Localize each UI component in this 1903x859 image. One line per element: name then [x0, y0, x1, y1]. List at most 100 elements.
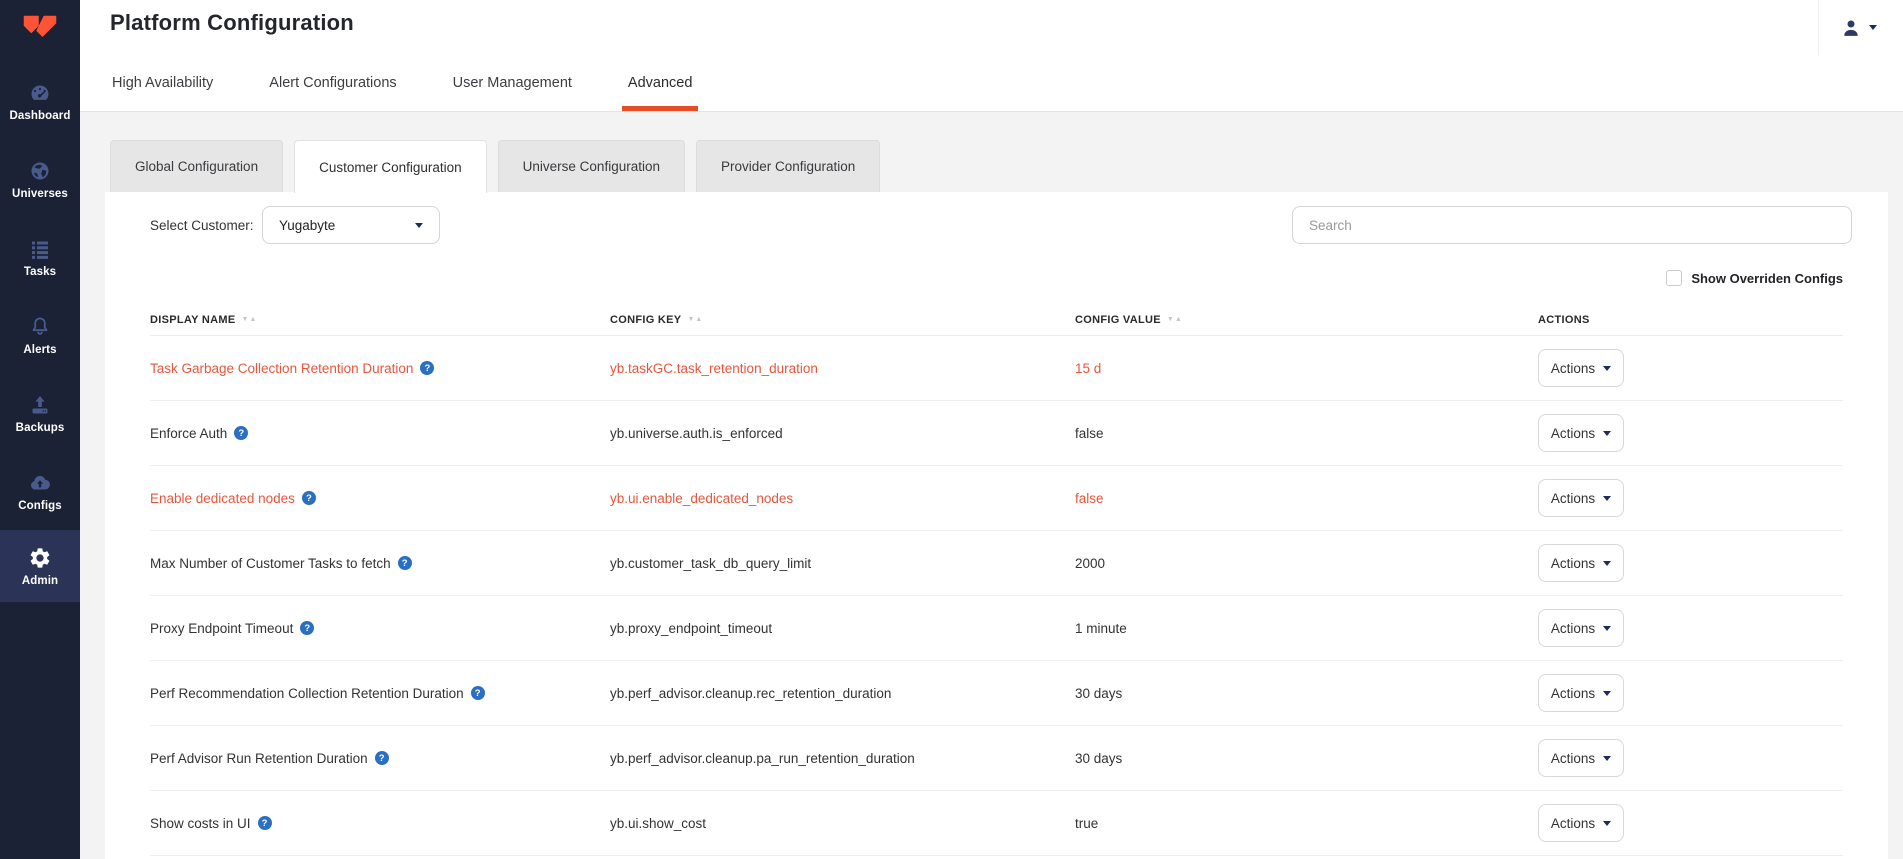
- column-header-actions: ACTIONS: [1538, 314, 1843, 326]
- help-icon[interactable]: ?: [420, 361, 435, 375]
- config-value-text: true: [1075, 815, 1099, 831]
- actions-button[interactable]: Actions: [1538, 349, 1624, 387]
- actions-button-label: Actions: [1550, 425, 1596, 441]
- display-name-cell: Perf Recommendation Collection Retention…: [150, 686, 610, 701]
- config-toolbar: Select Customer: Yugabyte: [105, 192, 1888, 252]
- actions-caret-icon: [1603, 820, 1612, 826]
- config-value-text: 30 days: [1075, 685, 1123, 701]
- sidebar-item-alerts[interactable]: Alerts: [0, 296, 80, 374]
- actions-button[interactable]: Actions: [1538, 609, 1624, 647]
- config-key-text: yb.taskGC.task_retention_duration: [610, 360, 818, 376]
- sidebar-item-admin[interactable]: Admin: [0, 530, 80, 602]
- actions-button[interactable]: Actions: [1538, 544, 1624, 582]
- help-icon[interactable]: ?: [301, 491, 316, 505]
- config-value-cell: false: [1075, 426, 1538, 441]
- display-name-text: Max Number of Customer Tasks to fetch: [150, 555, 391, 571]
- config-value-text: 1 minute: [1075, 620, 1127, 636]
- tab-advanced[interactable]: Advanced: [621, 55, 699, 111]
- table-row: Proxy Endpoint Timeout ? yb.proxy_endpoi…: [150, 596, 1843, 661]
- actions-button[interactable]: Actions: [1538, 804, 1624, 842]
- actions-button[interactable]: Actions: [1538, 739, 1624, 777]
- config-value-text: false: [1075, 425, 1104, 441]
- user-menu-caret-icon: [1869, 25, 1877, 30]
- search-input[interactable]: [1292, 206, 1852, 244]
- help-icon[interactable]: ?: [374, 751, 389, 765]
- actions-button[interactable]: Actions: [1538, 479, 1624, 517]
- actions-button-label: Actions: [1550, 490, 1596, 506]
- help-icon[interactable]: ?: [234, 426, 249, 440]
- config-value-cell: true: [1075, 816, 1538, 831]
- table-row: Enforce Auth ? yb.universe.auth.is_enfor…: [150, 401, 1843, 466]
- subtab-label: Customer Configuration: [319, 159, 462, 175]
- actions-button[interactable]: Actions: [1538, 674, 1624, 712]
- sidebar-item-dashboard[interactable]: Dashboard: [0, 62, 80, 140]
- user-menu[interactable]: [1818, 0, 1887, 55]
- column-header-config-key[interactable]: CONFIG KEY ▼▲: [610, 314, 1075, 326]
- table-row: Perf Recommendation Collection Retention…: [150, 661, 1843, 726]
- help-icon[interactable]: ?: [397, 556, 412, 570]
- subtab-global-configuration[interactable]: Global Configuration: [110, 140, 284, 192]
- table-row: Task Garbage Collection Retention Durati…: [150, 336, 1843, 401]
- tab-label: User Management: [452, 75, 572, 91]
- select-caret-icon: [415, 222, 423, 228]
- tab-label: Alert Configurations: [269, 75, 397, 91]
- actions-caret-icon: [1603, 690, 1612, 696]
- display-name-cell: Show costs in UI ?: [150, 816, 610, 831]
- configs-icon: [28, 471, 52, 495]
- table-row: Show costs in UI ? yb.ui.show_cost true …: [150, 791, 1843, 856]
- yugabyte-logo[interactable]: [0, 0, 80, 58]
- sidebar-item-label: Admin: [21, 574, 59, 587]
- config-value-text: false: [1075, 490, 1104, 506]
- sidebar-item-label: Alerts: [23, 343, 57, 356]
- config-value-cell: 30 days: [1075, 686, 1538, 701]
- display-name-cell: Task Garbage Collection Retention Durati…: [150, 361, 610, 376]
- display-name-text: Task Garbage Collection Retention Durati…: [150, 360, 414, 376]
- sidebar-item-tasks[interactable]: Tasks: [0, 218, 80, 296]
- help-icon[interactable]: ?: [470, 686, 485, 700]
- config-key-cell: yb.ui.enable_dedicated_nodes: [610, 491, 1075, 506]
- config-value-cell: 30 days: [1075, 751, 1538, 766]
- help-icon[interactable]: ?: [257, 816, 272, 830]
- customer-configuration-panel: Select Customer: Yugabyte Show Overriden…: [105, 192, 1888, 859]
- sidebar-item-backups[interactable]: Backups: [0, 374, 80, 452]
- actions-cell: Actions: [1538, 414, 1843, 452]
- alerts-icon: [28, 315, 52, 339]
- actions-caret-icon: [1603, 495, 1612, 501]
- user-icon: [1844, 20, 1858, 36]
- actions-caret-icon: [1603, 755, 1612, 761]
- column-header-display-name[interactable]: DISPLAY NAME ▼▲: [150, 314, 610, 326]
- display-name-cell: Enforce Auth ?: [150, 426, 610, 441]
- config-key-text: yb.universe.auth.is_enforced: [610, 425, 783, 441]
- subtab-label: Universe Configuration: [522, 159, 660, 174]
- help-icon[interactable]: ?: [300, 621, 315, 635]
- sort-icons[interactable]: ▼▲: [687, 316, 703, 323]
- subtab-customer-configuration[interactable]: Customer Configuration: [294, 140, 487, 193]
- config-value-cell: 1 minute: [1075, 621, 1538, 636]
- config-table: DISPLAY NAME ▼▲ CONFIG KEY ▼▲ CONFIG VAL…: [150, 304, 1843, 856]
- config-key-cell: yb.perf_advisor.cleanup.rec_retention_du…: [610, 686, 1075, 701]
- actions-button-label: Actions: [1550, 750, 1596, 766]
- actions-caret-icon: [1603, 625, 1612, 631]
- subtab-universe-configuration[interactable]: Universe Configuration: [497, 140, 685, 192]
- sort-icons[interactable]: ▼▲: [1167, 316, 1183, 323]
- actions-button-label: Actions: [1550, 620, 1596, 636]
- sort-icons[interactable]: ▼▲: [242, 316, 258, 323]
- table-row: Perf Advisor Run Retention Duration ? yb…: [150, 726, 1843, 791]
- config-key-cell: yb.ui.show_cost: [610, 816, 1075, 831]
- sidebar-item-configs[interactable]: Configs: [0, 452, 80, 530]
- display-name-text: Perf Recommendation Collection Retention…: [150, 685, 464, 701]
- customer-select[interactable]: Yugabyte: [262, 206, 440, 244]
- tab-alert-configurations[interactable]: Alert Configurations: [263, 55, 402, 111]
- display-name-text: Enable dedicated nodes: [150, 490, 295, 506]
- subtab-provider-configuration[interactable]: Provider Configuration: [695, 140, 881, 192]
- show-overridden-checkbox[interactable]: [1666, 270, 1683, 286]
- column-header-config-value[interactable]: CONFIG VALUE ▼▲: [1075, 314, 1538, 326]
- sidebar-item-universes[interactable]: Universes: [0, 140, 80, 218]
- config-value-text: 30 days: [1075, 750, 1123, 766]
- tab-user-management[interactable]: User Management: [447, 55, 578, 111]
- actions-button[interactable]: Actions: [1538, 414, 1624, 452]
- tab-high-availability[interactable]: High Availability: [106, 55, 219, 111]
- display-name-text: Show costs in UI: [150, 815, 251, 831]
- config-value-cell: 2000: [1075, 556, 1538, 571]
- actions-caret-icon: [1603, 430, 1612, 436]
